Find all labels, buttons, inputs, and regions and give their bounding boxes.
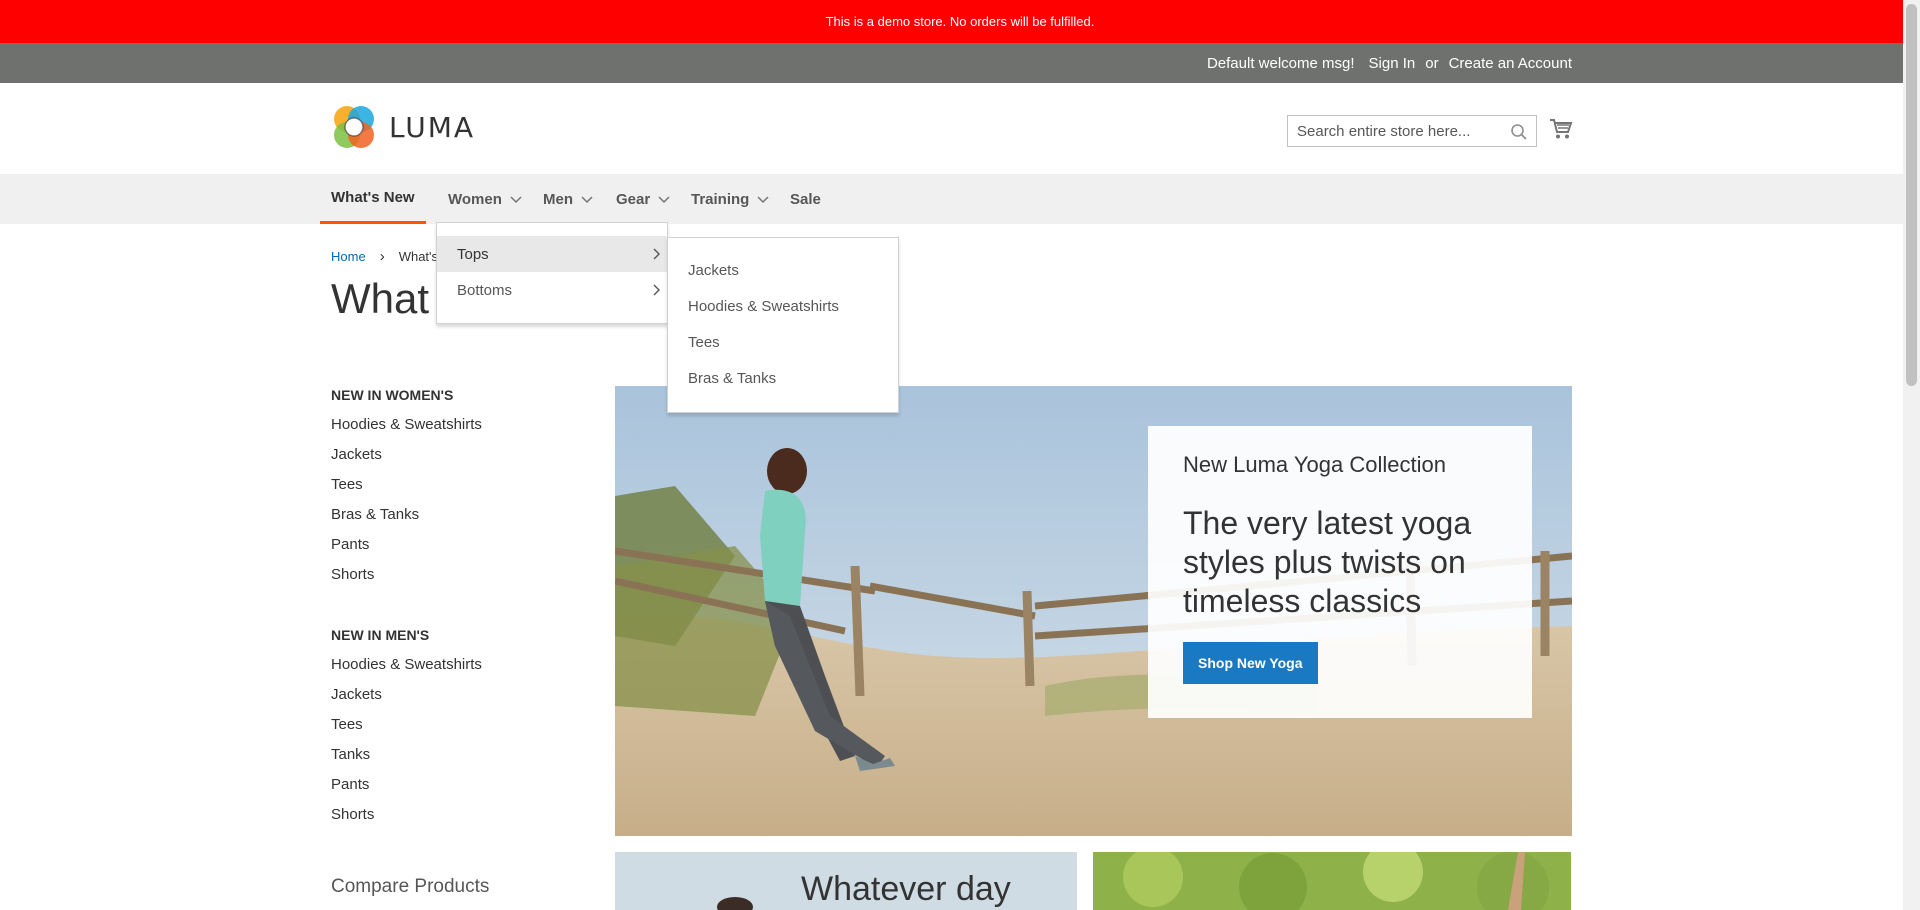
sidebar-link[interactable]: Tees xyxy=(331,716,363,733)
demo-notice-text: This is a demo store. No orders will be … xyxy=(825,14,1095,29)
submenu-item-hoodies[interactable]: Hoodies & Sweatshirts xyxy=(688,298,839,315)
search-box xyxy=(1287,115,1537,147)
chevron-down-icon xyxy=(510,196,522,204)
submenu-item-bras-tanks[interactable]: Bras & Tanks xyxy=(688,370,776,387)
luma-logo-icon xyxy=(334,106,374,148)
chevron-down-icon xyxy=(757,196,769,204)
nav-item-label: What's New xyxy=(331,189,415,206)
sidebar-link[interactable]: Pants xyxy=(331,776,369,793)
nav-item-label: Women xyxy=(448,190,502,208)
submenu-item-bottoms[interactable]: Bottoms xyxy=(437,272,667,308)
hero-card: New Luma Yoga Collection The very latest… xyxy=(1148,426,1532,718)
chevron-down-icon xyxy=(658,196,670,204)
sidebar-link[interactable]: Jackets xyxy=(331,686,382,703)
main-navigation: What's New Women Men Gear Training Sale xyxy=(0,174,1920,224)
chevron-down-icon xyxy=(581,196,593,204)
hero-kicker: New Luma Yoga Collection xyxy=(1183,452,1446,477)
tops-submenu: Jackets Hoodies & Sweatshirts Tees Bras … xyxy=(667,237,899,413)
nav-item-label: Gear xyxy=(616,190,651,208)
promo-tile-outdoor[interactable] xyxy=(1093,852,1571,910)
page-title: What's New xyxy=(331,275,431,322)
sidebar-link[interactable]: Hoodies & Sweatshirts xyxy=(331,656,482,673)
search-input[interactable] xyxy=(1288,117,1498,145)
submenu-item-jackets[interactable]: Jackets xyxy=(688,262,739,279)
top-links-bar: Default welcome msg! Sign In or Create a… xyxy=(0,43,1920,83)
sidebar-link[interactable]: Tanks xyxy=(331,746,370,763)
scrollbar-thumb[interactable] xyxy=(1906,4,1917,386)
nav-item-men[interactable]: Men xyxy=(543,174,593,224)
promo-image xyxy=(1093,852,1571,910)
sidebar-heading-women: New in women's xyxy=(331,387,454,403)
chevron-right-icon xyxy=(653,284,660,296)
promo-text: Whatever day xyxy=(801,870,1011,908)
nav-item-label: Sale xyxy=(790,190,821,208)
shop-new-yoga-button[interactable]: Shop New Yoga xyxy=(1183,642,1318,684)
submenu-item-label: Bottoms xyxy=(457,281,513,299)
logo[interactable]: LUMA xyxy=(331,104,475,150)
women-submenu: Tops Bottoms xyxy=(436,222,668,324)
nav-item-sale[interactable]: Sale xyxy=(790,174,821,224)
nav-item-gear[interactable]: Gear xyxy=(616,174,670,224)
promo-tile-whatever-day[interactable]: Whatever day xyxy=(615,852,1077,910)
sidebar-link[interactable]: Jackets xyxy=(331,446,382,463)
nav-item-training[interactable]: Training xyxy=(691,174,769,224)
chevron-right-icon xyxy=(653,248,660,260)
or-separator: or xyxy=(1425,54,1439,72)
nav-item-label: Training xyxy=(691,190,750,208)
demo-store-notice: This is a demo store. No orders will be … xyxy=(0,0,1920,43)
hero-headline: The very latest yoga styles plus twists … xyxy=(1183,505,1472,619)
compare-products-heading: Compare Products xyxy=(331,876,490,897)
logo-text: LUMA xyxy=(389,110,476,144)
welcome-message: Default welcome msg! xyxy=(1206,54,1355,72)
nav-item-women[interactable]: Women xyxy=(448,174,522,224)
cart-icon[interactable] xyxy=(1549,117,1573,141)
site-header: LUMA xyxy=(0,83,1920,174)
sidebar-link[interactable]: Tees xyxy=(331,476,363,493)
search-icon[interactable] xyxy=(1510,123,1528,141)
sidebar-link[interactable]: Pants xyxy=(331,536,369,553)
page-scrollbar[interactable] xyxy=(1903,0,1920,910)
nav-item-label: Men xyxy=(543,190,573,208)
breadcrumb-separator: › xyxy=(379,248,385,265)
nav-item-whats-new[interactable]: What's New xyxy=(320,174,426,224)
sidebar-heading-men: New in men's xyxy=(331,627,430,643)
breadcrumb-home[interactable]: Home xyxy=(331,249,366,264)
sidebar-link[interactable]: Shorts xyxy=(331,806,374,823)
submenu-item-label: Tops xyxy=(457,245,489,263)
submenu-item-tops[interactable]: Tops xyxy=(437,236,667,272)
sign-in-link[interactable]: Sign In xyxy=(1369,55,1416,72)
submenu-item-tees[interactable]: Tees xyxy=(688,334,720,351)
create-account-link[interactable]: Create an Account xyxy=(1449,55,1572,72)
sidebar-link[interactable]: Hoodies & Sweatshirts xyxy=(331,416,482,433)
sidebar-link[interactable]: Bras & Tanks xyxy=(331,506,419,523)
sidebar-link[interactable]: Shorts xyxy=(331,566,374,583)
